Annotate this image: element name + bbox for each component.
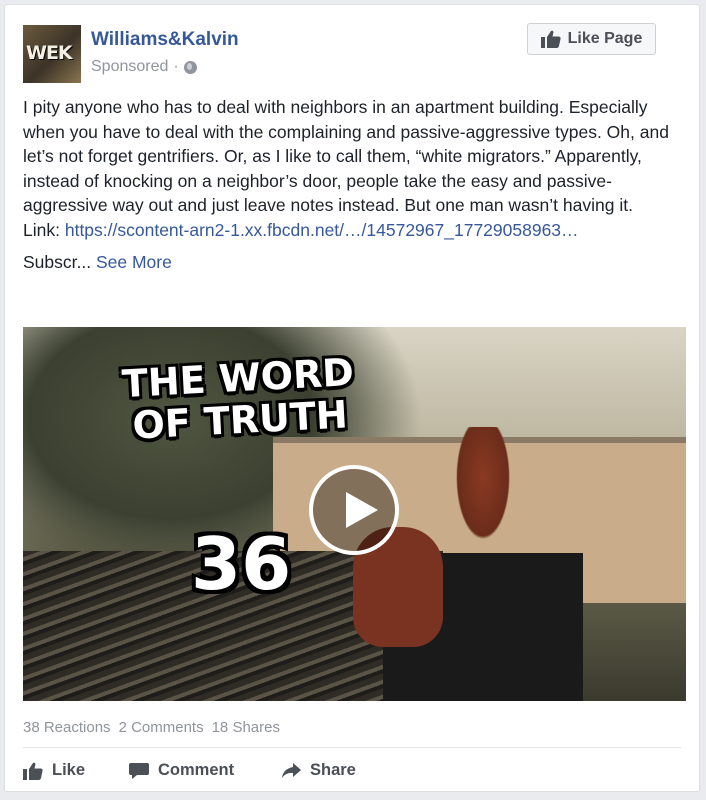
link-label: Link: <box>23 219 60 240</box>
video-thumbnail[interactable]: THE WORD OF TRUTH 36 <box>23 327 686 701</box>
page-avatar[interactable]: WEK <box>23 25 81 83</box>
globe-icon[interactable] <box>183 60 197 74</box>
comments-count[interactable]: 2 Comments <box>119 719 204 736</box>
thumbs-up-icon <box>540 30 561 48</box>
post-card: WEK Williams&Kalvin Sponsored · Like Pag… <box>4 4 700 792</box>
action-bar: Like Comment Share <box>23 761 356 780</box>
thumbs-up-icon <box>23 762 43 780</box>
comment-label: Comment <box>158 761 235 779</box>
truncated-line: Subscr... See More <box>23 250 683 275</box>
engagement-stats: 38 Reactions 2 Comments 18 Shares <box>23 719 280 736</box>
like-page-button[interactable]: Like Page <box>527 23 656 55</box>
episode-number: 36 <box>191 522 292 606</box>
separator-dot: · <box>173 58 179 75</box>
post-link-url[interactable]: https://scontent-arn2-1.xx.fbcdn.net/…/1… <box>65 220 579 240</box>
sponsored-label[interactable]: Sponsored <box>91 58 168 76</box>
reactions-count[interactable]: 38 Reactions <box>23 719 111 736</box>
like-page-label: Like Page <box>567 30 643 47</box>
page-name-link[interactable]: Williams&Kalvin <box>91 29 239 51</box>
post-link-line: Link: https://scontent-arn2-1.xx.fbcdn.n… <box>23 218 683 243</box>
divider <box>23 747 681 748</box>
like-button[interactable]: Like <box>23 761 129 780</box>
avatar-logo-text: WEK <box>26 42 73 64</box>
play-button-icon[interactable] <box>309 465 399 555</box>
post-body: I pity anyone who has to deal with neigh… <box>23 95 683 275</box>
see-more-link[interactable]: See More <box>96 252 172 272</box>
video-title: THE WORD OF TRUTH <box>121 350 357 448</box>
share-label: Share <box>310 761 356 779</box>
comment-bubble-icon <box>129 762 149 779</box>
post-body-text: I pity anyone who has to deal with neigh… <box>23 97 669 215</box>
shares-count[interactable]: 18 Shares <box>212 719 280 736</box>
share-button[interactable]: Share <box>281 761 356 780</box>
like-label: Like <box>52 761 86 779</box>
truncated-text: Subscr... <box>23 252 92 272</box>
comment-button[interactable]: Comment <box>129 761 281 780</box>
share-arrow-icon <box>282 762 301 778</box>
sponsored-line: Sponsored · <box>91 58 197 76</box>
